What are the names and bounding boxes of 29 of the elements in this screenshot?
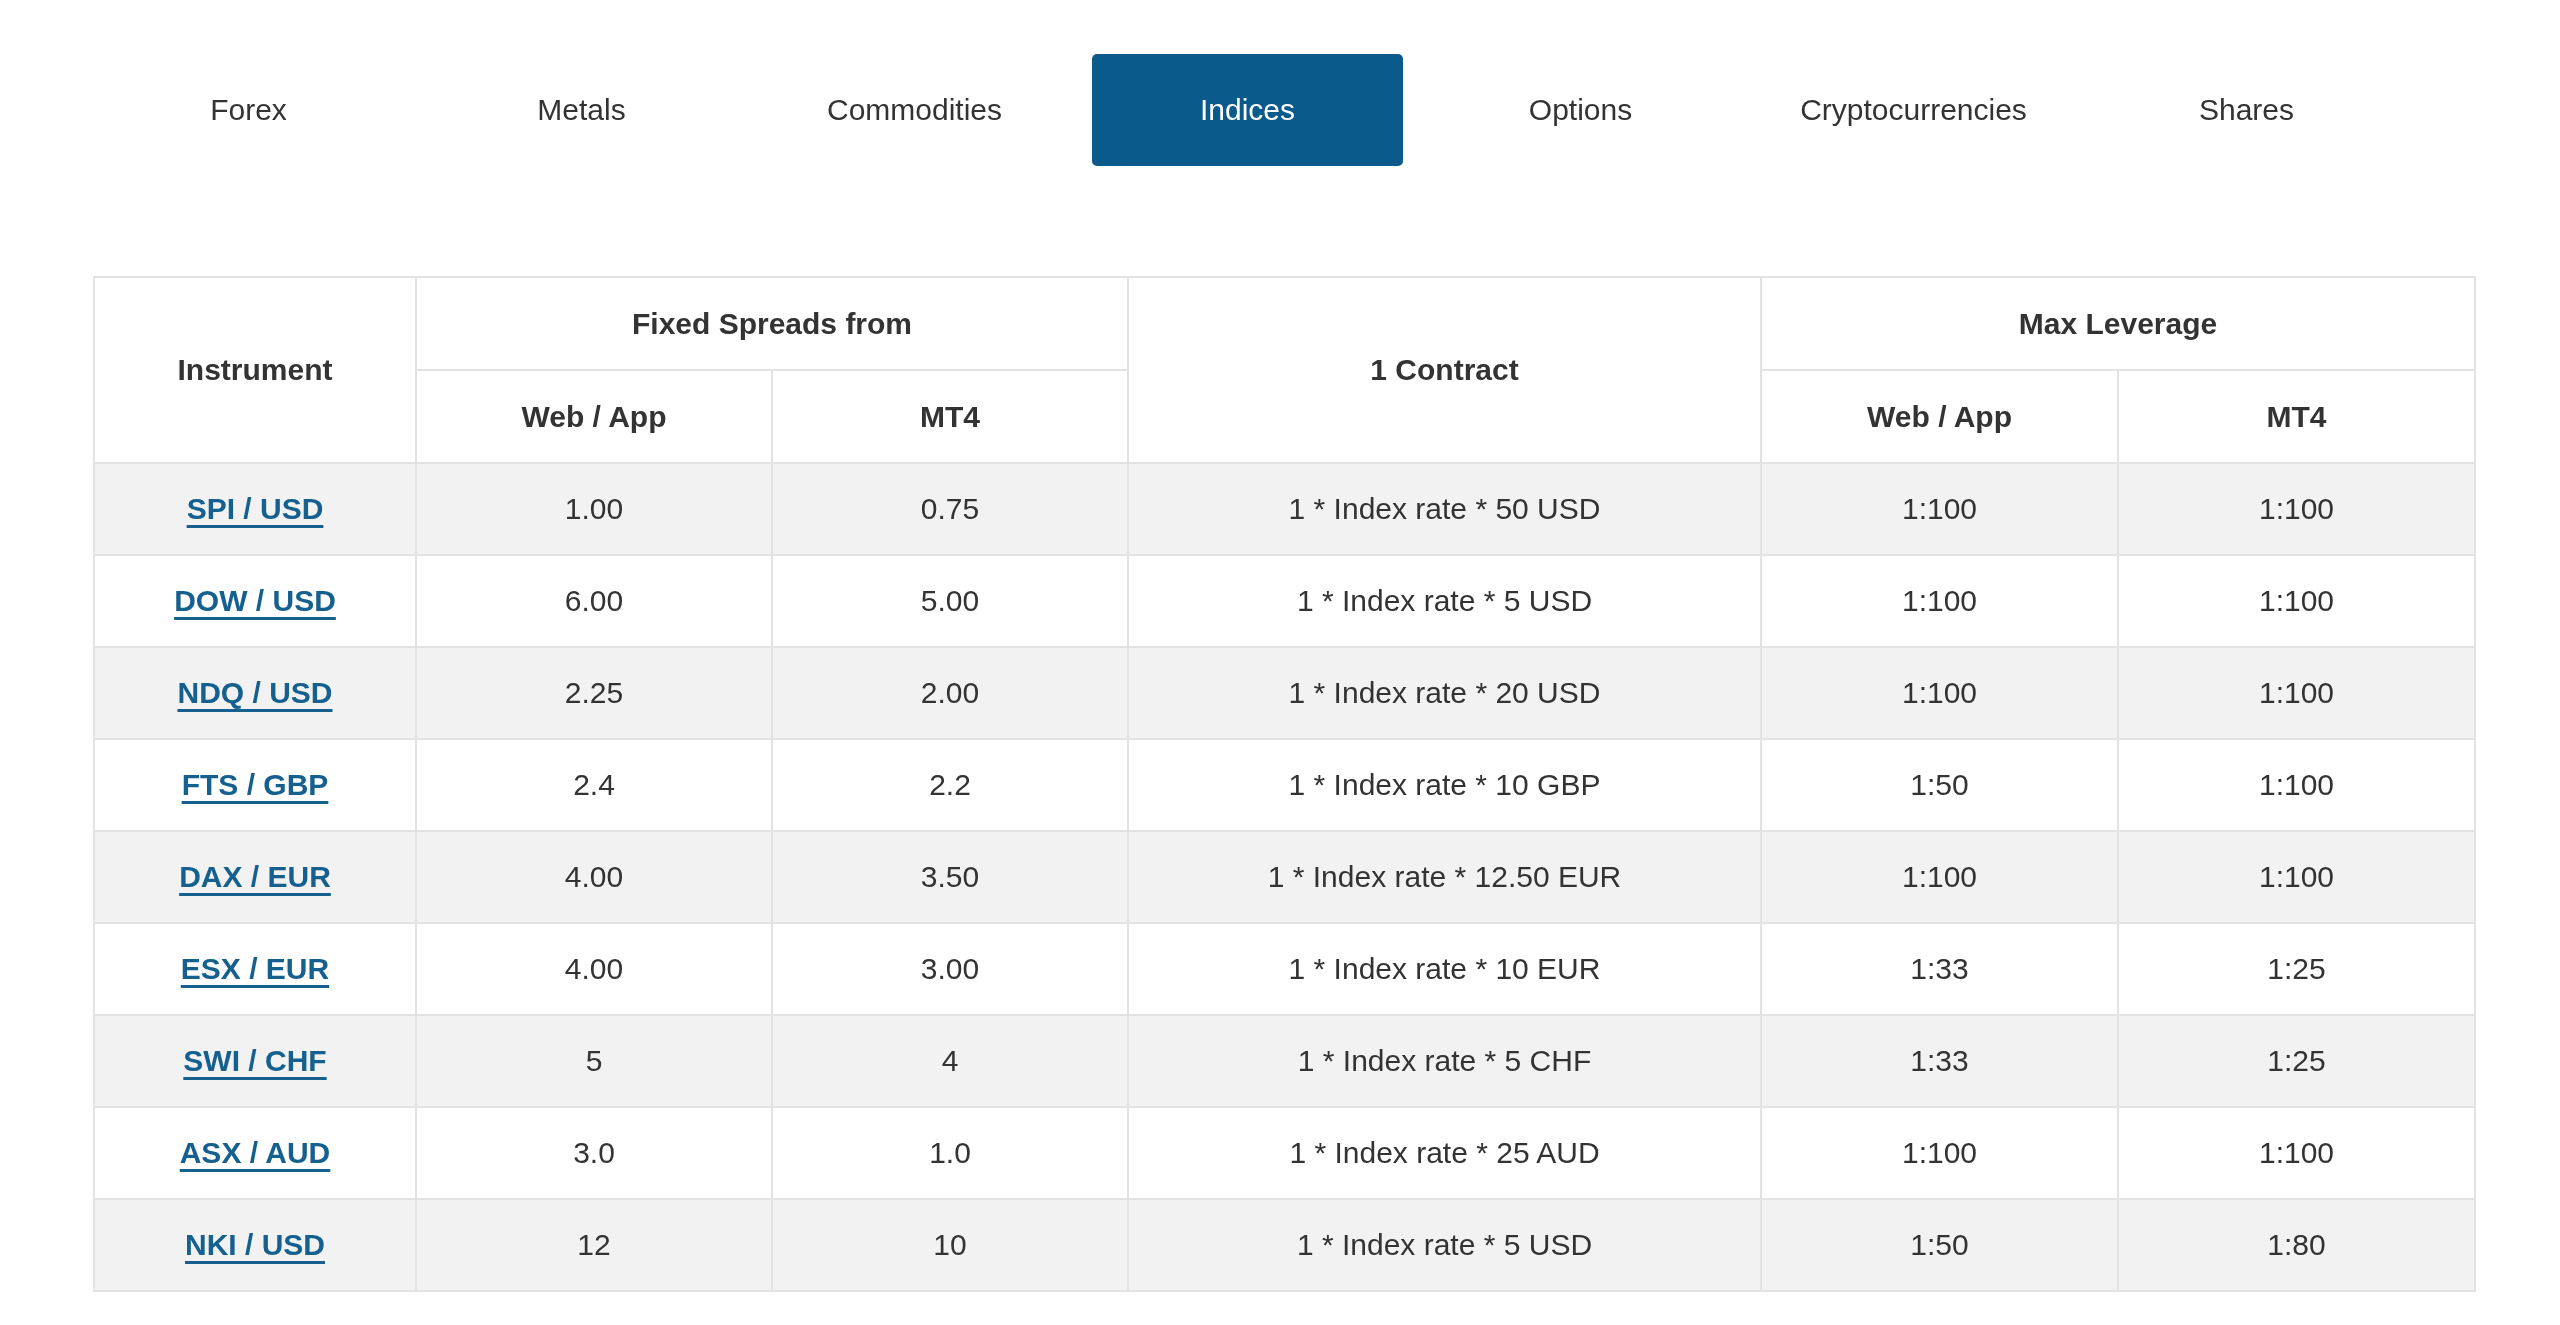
category-tab[interactable]: Commodities (759, 54, 1070, 166)
instrument-link[interactable]: SWI / CHF (183, 1044, 327, 1077)
instrument-link[interactable]: NDQ / USD (177, 676, 333, 709)
instrument-link[interactable]: SPI / USD (186, 492, 324, 525)
column-header: 1 Contract (1128, 277, 1761, 463)
instrument-link[interactable]: ASX / AUD (179, 1136, 331, 1169)
column-header: Max Leverage (1761, 277, 2476, 370)
column-header: Fixed Spreads from (416, 277, 1128, 370)
column-header: MT4 (2118, 370, 2476, 463)
column-header: MT4 (772, 370, 1128, 463)
category-tab[interactable]: Shares (2091, 54, 2402, 166)
instrument-link[interactable]: DAX / EUR (179, 860, 331, 893)
instrument-link[interactable]: FTS / GBP (181, 768, 329, 801)
table-cell: 1:50 (1761, 1199, 2118, 1291)
instrument-link[interactable]: DOW / USD (174, 584, 336, 617)
column-header: Instrument (94, 277, 416, 463)
instrument-link[interactable]: ESX / EUR (180, 952, 330, 985)
table-cell: 1:80 (2118, 1199, 2476, 1291)
column-header: Web / App (1761, 370, 2118, 463)
table-cell: 1 * Index rate * 5 USD (1128, 1199, 1761, 1291)
category-tab[interactable]: Forex (93, 54, 404, 166)
instrument-link[interactable]: NKI / USD (185, 1228, 325, 1261)
category-tab[interactable]: Metals (426, 54, 737, 166)
category-tab[interactable]: Indices (1092, 54, 1403, 166)
category-tab[interactable]: Cryptocurrencies (1758, 54, 2069, 166)
category-tab[interactable]: Options (1425, 54, 1736, 166)
table-cell: 10 (772, 1199, 1128, 1291)
column-header: Web / App (416, 370, 772, 463)
table-cell: 12 (416, 1199, 772, 1291)
